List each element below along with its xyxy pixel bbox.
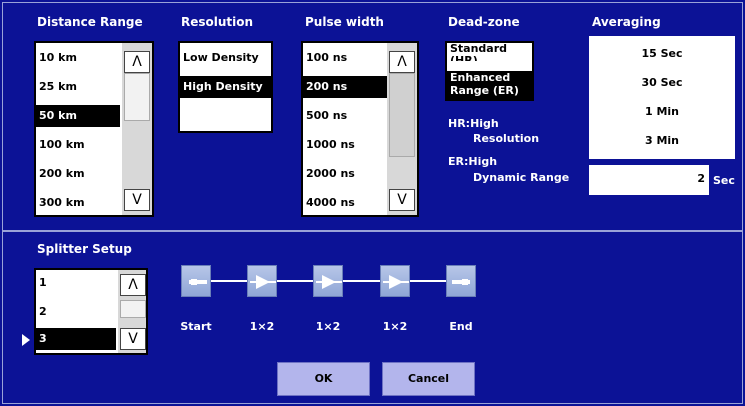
- splitter-1x2-icon[interactable]: [380, 265, 410, 297]
- averaging-custom-value: 2: [697, 172, 705, 185]
- pulse-width-item-selected[interactable]: 200 ns: [303, 76, 387, 98]
- scroll-down-button[interactable]: V: [120, 328, 146, 350]
- scroll-up-button[interactable]: Λ: [120, 274, 146, 296]
- scroll-up-button[interactable]: Λ: [124, 51, 150, 73]
- distance-range-item[interactable]: 10 km: [36, 47, 120, 69]
- dead-zone-item-selected[interactable]: Enhanced Range (ER): [447, 71, 532, 99]
- chain-label-splitter: 1×2: [315, 320, 341, 333]
- splitter-item-selected[interactable]: 3: [36, 328, 116, 350]
- scroll-down-button[interactable]: V: [124, 189, 150, 211]
- cancel-button[interactable]: Cancel: [382, 362, 475, 396]
- averaging-label: Averaging: [592, 15, 661, 29]
- splitter-1x2-icon[interactable]: [313, 265, 343, 297]
- start-connector-icon[interactable]: [181, 265, 211, 297]
- splitter-setup-list[interactable]: 1 2 3 Λ V: [34, 268, 148, 355]
- splitter-item[interactable]: 1: [36, 272, 116, 294]
- scroll-thumb[interactable]: [124, 73, 150, 121]
- splitter-1x2-icon[interactable]: [247, 265, 277, 297]
- splitter-setup-label: Splitter Setup: [37, 242, 132, 256]
- distance-range-label: Distance Range: [37, 15, 143, 29]
- resolution-item[interactable]: Low Density: [180, 47, 271, 69]
- dead-zone-label: Dead-zone: [448, 15, 520, 29]
- averaging-custom-field[interactable]: 2: [589, 165, 709, 195]
- er-note-key: ER:High: [448, 155, 498, 168]
- distance-range-item[interactable]: 25 km: [36, 76, 120, 98]
- chain-label-start: Start: [180, 320, 212, 333]
- pulse-width-item[interactable]: 2000 ns: [303, 163, 387, 185]
- distance-range-scrollbar[interactable]: Λ V: [122, 43, 152, 215]
- distance-range-item-selected[interactable]: 50 km: [36, 105, 120, 127]
- averaging-item[interactable]: 30 Sec: [589, 76, 735, 89]
- pulse-width-item[interactable]: 100 ns: [303, 47, 387, 69]
- scroll-up-button[interactable]: Λ: [389, 51, 415, 73]
- pulse-width-item[interactable]: 500 ns: [303, 105, 387, 127]
- distance-range-item[interactable]: 100 km: [36, 134, 120, 156]
- resolution-list[interactable]: Low Density High Density: [178, 41, 273, 133]
- scroll-down-button[interactable]: V: [389, 189, 415, 211]
- hr-note-key: HR:High: [448, 117, 499, 130]
- resolution-label: Resolution: [181, 15, 254, 29]
- pulse-width-item[interactable]: 4000 ns: [303, 192, 387, 214]
- dead-zone-list[interactable]: Standard (HR) Enhanced Range (ER): [445, 41, 534, 101]
- dead-zone-item[interactable]: Standard (HR): [447, 43, 532, 71]
- averaging-item[interactable]: 3 Min: [589, 134, 735, 147]
- er-note-value: Dynamic Range: [473, 171, 570, 184]
- end-connector-icon[interactable]: [446, 265, 476, 297]
- chain-label-splitter: 1×2: [382, 320, 408, 333]
- averaging-list[interactable]: 15 Sec 30 Sec 1 Min 3 Min: [589, 36, 735, 159]
- chain-label-splitter: 1×2: [249, 320, 275, 333]
- pulse-width-item[interactable]: 1000 ns: [303, 134, 387, 156]
- averaging-item[interactable]: 15 Sec: [589, 47, 735, 60]
- averaging-custom-unit: Sec: [713, 174, 735, 187]
- hr-note-value: Resolution: [473, 132, 540, 145]
- chain-label-end: End: [449, 320, 473, 333]
- scroll-thumb[interactable]: [389, 73, 415, 157]
- dead-zone-item-line1: Enhanced: [450, 71, 511, 84]
- selection-pointer-icon: [22, 334, 30, 346]
- dead-zone-item-line2: (HR): [450, 55, 532, 61]
- splitter-item[interactable]: 2: [36, 301, 116, 323]
- splitter-scrollbar[interactable]: Λ V: [118, 270, 146, 353]
- resolution-item-selected[interactable]: High Density: [180, 76, 271, 98]
- ok-button[interactable]: OK: [277, 362, 370, 396]
- dead-zone-item-line1: Standard: [450, 42, 508, 55]
- pulse-width-label: Pulse width: [305, 15, 384, 29]
- distance-range-item[interactable]: 300 km: [36, 192, 120, 214]
- distance-range-item[interactable]: 200 km: [36, 163, 120, 185]
- scroll-thumb[interactable]: [120, 300, 146, 318]
- pulse-width-scrollbar[interactable]: Λ V: [387, 43, 417, 215]
- pulse-width-list[interactable]: 100 ns 200 ns 500 ns 1000 ns 2000 ns 400…: [301, 41, 419, 217]
- distance-range-list[interactable]: 10 km 25 km 50 km 100 km 200 km 300 km Λ…: [34, 41, 154, 217]
- dead-zone-item-line2: Range (ER): [450, 84, 519, 97]
- averaging-item[interactable]: 1 Min: [589, 105, 735, 118]
